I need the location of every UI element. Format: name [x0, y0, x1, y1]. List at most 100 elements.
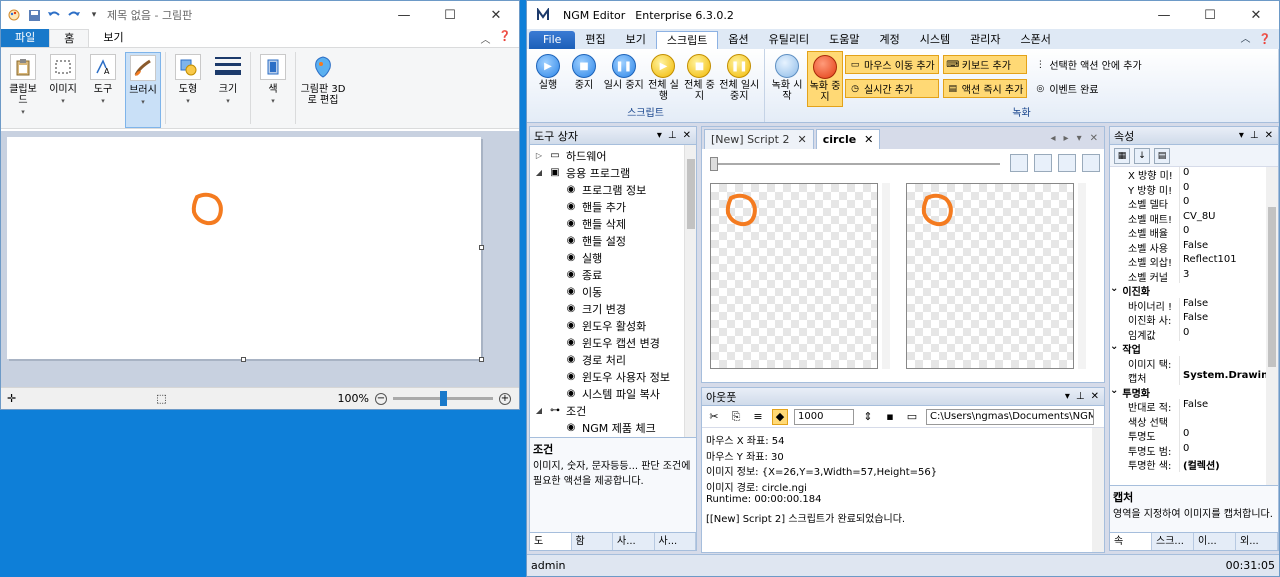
- tab-help[interactable]: 도움말: [819, 31, 869, 49]
- toolbox-node[interactable]: ◢ ▣ 응용 프로그램: [530, 164, 696, 181]
- result-image-preview[interactable]: [906, 183, 1074, 369]
- canvas-resize-handle[interactable]: [241, 357, 246, 362]
- chevron-left-icon[interactable]: ◂: [1051, 129, 1056, 149]
- wrench-icon[interactable]: ✂: [706, 409, 722, 425]
- doc-tab-script2[interactable]: [New] Script 2 ✕: [704, 129, 814, 149]
- tab-toolbox[interactable]: 도: [530, 533, 572, 550]
- tab-admin[interactable]: 관리자: [960, 31, 1010, 49]
- close-icon[interactable]: ✕: [864, 130, 873, 149]
- property-value[interactable]: 0: [1180, 196, 1278, 211]
- toolbox-node[interactable]: ◉ 핸들 삭제: [530, 215, 696, 232]
- maximize-button[interactable]: ☐: [1187, 1, 1233, 29]
- property-value[interactable]: False: [1180, 399, 1278, 414]
- source-image-preview[interactable]: [710, 183, 878, 369]
- close-icon[interactable]: ✕: [797, 130, 806, 149]
- property-value[interactable]: 0: [1180, 182, 1278, 197]
- toolbox-node[interactable]: ◉ 윈도우 사용자 정보: [530, 368, 696, 385]
- panel-close-icon[interactable]: ✕: [683, 130, 691, 141]
- property-scrollbar[interactable]: [1266, 167, 1278, 485]
- doc-menu-icon[interactable]: ▾: [1077, 129, 1082, 149]
- add-action-now-button[interactable]: ▤ 액션 즉시 추가: [942, 79, 1028, 98]
- toolbox-node[interactable]: ◉ 핸들 설정: [530, 232, 696, 249]
- add-mouse-move-button[interactable]: ▭ 마우스 이동 추가: [845, 55, 939, 74]
- property-value[interactable]: 3: [1180, 269, 1278, 284]
- image-fit-icon[interactable]: [1082, 154, 1100, 172]
- toolbox-scrollbar[interactable]: [684, 145, 696, 437]
- image-zoom-slider[interactable]: [710, 157, 1000, 171]
- tab-image[interactable]: 이...: [1194, 533, 1236, 550]
- property-row[interactable]: 이진화 사: False: [1110, 312, 1278, 327]
- zoom-slider[interactable]: [393, 391, 493, 406]
- pin-icon[interactable]: ⊥: [668, 130, 677, 141]
- toolbox-node[interactable]: ◉ 윈도우 캡션 변경: [530, 334, 696, 351]
- property-value[interactable]: 0: [1180, 428, 1278, 443]
- property-row[interactable]: 소벨 델타 0: [1110, 196, 1278, 211]
- add-inside-selected-button[interactable]: ⋮ 선택한 액션 안에 추가: [1031, 55, 1144, 74]
- pause-all-button[interactable]: ❚❚ 전체 일시 중지: [718, 51, 760, 107]
- property-value[interactable]: CV_8U: [1180, 211, 1278, 226]
- capture-region-icon[interactable]: [1010, 154, 1028, 172]
- run-all-button[interactable]: ▶ 전체 실행: [647, 51, 681, 107]
- list-icon[interactable]: ≡: [750, 409, 766, 425]
- group-clipboard[interactable]: 클립보드 ▾: [5, 52, 41, 128]
- group-brush[interactable]: 브러시 ▾: [125, 52, 161, 128]
- help-icon[interactable]: ❓: [499, 31, 511, 46]
- preview-scrollbar[interactable]: [882, 183, 890, 369]
- zoom-slider-thumb[interactable]: [440, 391, 447, 406]
- tab-system[interactable]: 시스템: [910, 31, 960, 49]
- tab-account[interactable]: 계정: [870, 31, 910, 49]
- help-icon[interactable]: ❓: [1259, 31, 1271, 49]
- property-value[interactable]: False: [1180, 298, 1278, 313]
- property-value[interactable]: 0: [1180, 443, 1278, 458]
- categorized-icon[interactable]: ▦: [1114, 147, 1130, 164]
- tab-edit[interactable]: 편집: [575, 31, 615, 49]
- tab-home[interactable]: 홈: [49, 29, 90, 47]
- stepper-icon[interactable]: ⇕: [860, 409, 876, 425]
- group-image[interactable]: 이미지 ▾: [45, 52, 81, 128]
- add-realtime-button[interactable]: ◷ 실시간 추가: [845, 79, 939, 98]
- record-start-button[interactable]: 녹화 시작: [769, 51, 805, 107]
- property-row[interactable]: 투명한 색: (컬렉션): [1110, 457, 1278, 472]
- property-row[interactable]: 바이너리 ! False: [1110, 297, 1278, 313]
- panel-close-icon[interactable]: ✕: [1265, 130, 1273, 141]
- tab-view[interactable]: 보기: [616, 31, 656, 49]
- property-value[interactable]: 0: [1180, 327, 1278, 342]
- scrollbar-thumb[interactable]: [1268, 207, 1276, 367]
- tab-options[interactable]: 옵션: [718, 31, 758, 49]
- toolbox-node[interactable]: ▷ ▭ 하드웨어: [530, 147, 696, 164]
- panel-menu-icon[interactable]: ▾: [657, 130, 662, 141]
- close-button[interactable]: ✕: [1233, 1, 1279, 29]
- maximize-button[interactable]: ☐: [427, 1, 473, 29]
- expand-icon[interactable]: ◢: [534, 168, 544, 177]
- tab-file[interactable]: 파일: [1, 29, 50, 47]
- stop-button[interactable]: ■ 중지: [567, 51, 601, 107]
- output-scrollbar[interactable]: [1092, 428, 1104, 552]
- output-path-input[interactable]: C:\Users\ngmas\Documents\NGM6\: [926, 408, 1094, 425]
- zoom-out-button[interactable]: −: [375, 392, 387, 405]
- property-row[interactable]: Y 방향 미! 0: [1110, 181, 1278, 197]
- tab-user[interactable]: 사...: [613, 533, 655, 550]
- property-pages-icon[interactable]: ▤: [1154, 147, 1170, 164]
- close-button[interactable]: ✕: [473, 1, 519, 29]
- image-zoom-thumb[interactable]: [710, 157, 718, 171]
- property-row[interactable]: 투명도 0: [1110, 428, 1278, 443]
- doc-close-icon[interactable]: ✕: [1090, 129, 1098, 149]
- stop-all-button[interactable]: ■ 전체 중지: [682, 51, 716, 107]
- toolbox-node[interactable]: ◢ ⊶ 조건: [530, 402, 696, 419]
- property-value[interactable]: [1180, 356, 1278, 371]
- eraser-icon[interactable]: ◆: [772, 408, 788, 425]
- property-value[interactable]: [1180, 414, 1278, 429]
- group-color[interactable]: 색 ▾: [255, 52, 291, 128]
- panel-menu-icon[interactable]: ▾: [1065, 391, 1070, 402]
- tab-script[interactable]: 스크...: [1152, 533, 1194, 550]
- pause-button[interactable]: ❚❚ 일시 중지: [603, 51, 645, 107]
- expand-icon[interactable]: ◢: [534, 406, 544, 415]
- redo-icon[interactable]: [67, 8, 81, 22]
- property-row[interactable]: 소벨 배율 0: [1110, 225, 1278, 240]
- chevron-right-icon[interactable]: ▸: [1064, 129, 1069, 149]
- toolbox-node[interactable]: ◉ 프로그램 정보: [530, 181, 696, 198]
- property-row[interactable]: 소벨 커널 3: [1110, 268, 1278, 284]
- group-size[interactable]: 크기 ▾: [210, 52, 246, 128]
- property-value[interactable]: 0: [1180, 167, 1278, 182]
- minimize-button[interactable]: —: [1141, 1, 1187, 29]
